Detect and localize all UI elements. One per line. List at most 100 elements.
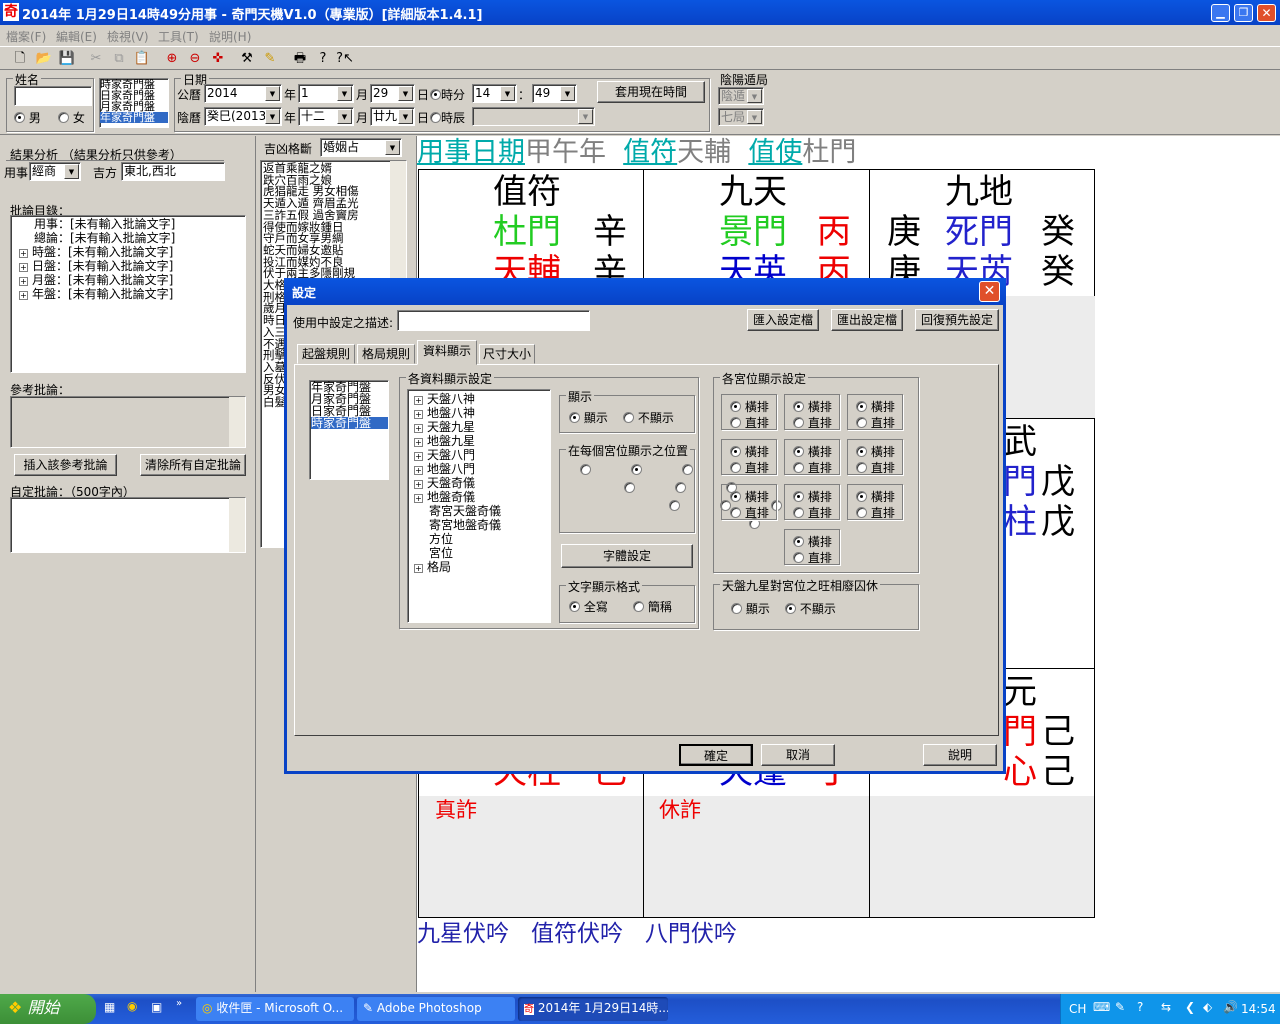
open-icon[interactable]: 📂 xyxy=(32,49,56,71)
print-icon[interactable]: 🖶 xyxy=(288,49,312,71)
vertical-radio[interactable]: 直排 xyxy=(793,549,832,566)
zoom-out-icon[interactable]: ⊖ xyxy=(183,49,207,71)
expand-icon[interactable]: + xyxy=(414,480,423,489)
time-radio[interactable]: 時分 xyxy=(430,86,465,103)
pen-icon[interactable]: ✎ xyxy=(1115,1000,1125,1014)
clear-custom-button[interactable]: 清除所有自定批論 xyxy=(140,454,246,476)
tab-pattern-rules[interactable]: 格局規則 xyxy=(357,344,415,364)
menu-tools[interactable]: 工具(T) xyxy=(158,28,199,45)
expand-icon[interactable]: + xyxy=(19,277,28,286)
horizontal-radio[interactable]: 橫排 xyxy=(730,443,769,460)
restore-default-button[interactable]: 回復預先設定 xyxy=(915,309,999,331)
export-settings-button[interactable]: 匯出設定檔 xyxy=(831,309,903,331)
chrome-icon[interactable]: ◉ xyxy=(127,999,137,1013)
data-tree-item[interactable]: 寄宮天盤奇儀 xyxy=(414,504,550,518)
task-outlook[interactable]: ◎ 收件匣 - Microsoft O... xyxy=(196,997,354,1021)
network-icon[interactable]: ⇆ xyxy=(1161,1000,1171,1014)
star-show-radio[interactable]: 顯示 xyxy=(731,600,770,617)
expand-icon[interactable]: + xyxy=(414,452,423,461)
tree-item[interactable]: 用事：[未有輸入批論文字] xyxy=(15,217,245,231)
start-button[interactable]: ❖ 開始 xyxy=(0,994,96,1024)
data-tree-item[interactable]: + 地盤奇儀 xyxy=(414,490,550,504)
minimize-button[interactable]: ▁ xyxy=(1211,4,1230,22)
menu-edit[interactable]: 編輯(E) xyxy=(56,28,97,45)
expand-icon[interactable]: + xyxy=(414,466,423,475)
lunar-day-select[interactable]: 廿九 ▼ xyxy=(370,107,415,126)
keyboard-icon[interactable]: ⌨ xyxy=(1093,1000,1110,1014)
tray-icon[interactable]: ⬖ xyxy=(1203,1000,1212,1014)
data-tree-item[interactable]: + 地盤八門 xyxy=(414,462,550,476)
zoom-in-icon[interactable]: ⊕ xyxy=(160,49,184,71)
tray-expand-icon[interactable]: ❮ xyxy=(1185,1000,1195,1014)
vertical-radio[interactable]: 直排 xyxy=(730,414,769,431)
vertical-radio[interactable]: 直排 xyxy=(730,504,769,521)
scrollbar[interactable] xyxy=(229,498,245,552)
tab-start-rules[interactable]: 起盤規則 xyxy=(297,344,355,364)
data-tree-item[interactable]: + 天盤九星 xyxy=(414,420,550,434)
expand-icon[interactable]: + xyxy=(19,249,28,258)
vertical-radio[interactable]: 直排 xyxy=(793,414,832,431)
expand-icon[interactable]: + xyxy=(414,410,423,419)
help-icon[interactable]: ? xyxy=(311,49,335,71)
task-photoshop[interactable]: ✎ Adobe Photoshop xyxy=(357,997,515,1021)
more-icon[interactable]: » xyxy=(176,998,182,1009)
expand-icon[interactable]: + xyxy=(414,494,423,503)
position-radio-selected[interactable] xyxy=(630,464,642,475)
expand-icon[interactable]: + xyxy=(19,263,28,272)
import-settings-button[interactable]: 匯入設定檔 xyxy=(747,309,819,331)
hide-radio[interactable]: 不顯示 xyxy=(623,409,674,426)
tree-item[interactable]: + 年盤：[未有輸入批論文字] xyxy=(15,287,245,301)
tool-icon[interactable]: ⚒ xyxy=(235,49,259,71)
horizontal-radio[interactable]: 橫排 xyxy=(730,398,769,415)
expand-icon[interactable]: + xyxy=(19,291,28,300)
paste-icon[interactable]: 📋 xyxy=(130,49,154,71)
quicklaunch-icon[interactable]: ▦ xyxy=(104,1000,115,1014)
hour-select[interactable]: 14 ▼ xyxy=(472,84,517,103)
short-text-radio[interactable]: 簡稱 xyxy=(633,598,672,615)
star-hide-radio[interactable]: 不顯示 xyxy=(785,600,836,617)
vertical-radio[interactable]: 直排 xyxy=(793,504,832,521)
vertical-radio[interactable]: 直排 xyxy=(730,459,769,476)
female-radio[interactable]: 女 xyxy=(58,109,85,126)
desc-input[interactable] xyxy=(397,310,590,331)
name-input[interactable] xyxy=(14,86,92,106)
copy-icon[interactable]: ⧉ xyxy=(107,49,131,71)
data-tree-item[interactable]: 寄宮地盤奇儀 xyxy=(414,518,550,532)
chart-type-list[interactable]: 時家奇門盤 日家奇門盤 月家奇門盤 年家奇門盤 xyxy=(99,78,169,128)
minute-select[interactable]: 49 ▼ xyxy=(532,84,577,103)
menu-view[interactable]: 檢視(V) xyxy=(107,28,149,45)
chart-list-item-selected[interactable]: 時家奇門盤 xyxy=(311,417,388,429)
show-radio[interactable]: 顯示 xyxy=(569,409,608,426)
tree-item[interactable]: + 日盤：[未有輸入批論文字] xyxy=(15,259,245,273)
quicklaunch-icon[interactable]: ▣ xyxy=(151,1000,162,1014)
eraser-icon[interactable]: ✎ xyxy=(258,49,282,71)
insert-ref-button[interactable]: 插入該參考批論 xyxy=(14,454,117,476)
new-icon[interactable]: 🗋 xyxy=(8,49,32,71)
use-now-button[interactable]: 套用現在時間 xyxy=(597,81,705,103)
expand-icon[interactable]: + xyxy=(414,396,423,405)
chart-type-item-selected[interactable]: 年家奇門盤 xyxy=(100,112,168,123)
help-tray-icon[interactable]: ? xyxy=(1137,1000,1143,1014)
menu-help[interactable]: 說明(H) xyxy=(209,28,251,45)
lunar-year-select[interactable]: 癸巳(2013 ▼ xyxy=(204,107,282,126)
vertical-radio[interactable]: 直排 xyxy=(856,504,895,521)
header-zhishi-link[interactable]: 值使 xyxy=(748,137,802,168)
year-select[interactable]: 2014 ▼ xyxy=(204,84,282,103)
header-zhifu-link[interactable]: 值符 xyxy=(623,137,677,168)
compass-icon[interactable]: ✜ xyxy=(206,49,230,71)
whatsthis-icon[interactable]: ?↖ xyxy=(333,49,357,71)
data-tree-item[interactable]: + 天盤八門 xyxy=(414,448,550,462)
data-tree-item[interactable]: + 格局 xyxy=(414,560,550,574)
close-button[interactable]: ✕ xyxy=(1257,4,1276,22)
vertical-radio[interactable]: 直排 xyxy=(793,459,832,476)
data-tree-item[interactable]: + 天盤奇儀 xyxy=(414,476,550,490)
data-tree-item[interactable]: 宮位 xyxy=(414,546,550,560)
position-radio[interactable] xyxy=(668,500,680,511)
full-text-radio[interactable]: 全寫 xyxy=(569,598,608,615)
male-radio[interactable]: 男 xyxy=(14,109,41,126)
menu-file[interactable]: 檔案(F) xyxy=(6,28,46,45)
horizontal-radio[interactable]: 橫排 xyxy=(793,398,832,415)
data-tree-item[interactable]: + 地盤九星 xyxy=(414,434,550,448)
day-select[interactable]: 29 ▼ xyxy=(370,84,415,103)
maximize-button[interactable]: ❐ xyxy=(1234,4,1253,22)
